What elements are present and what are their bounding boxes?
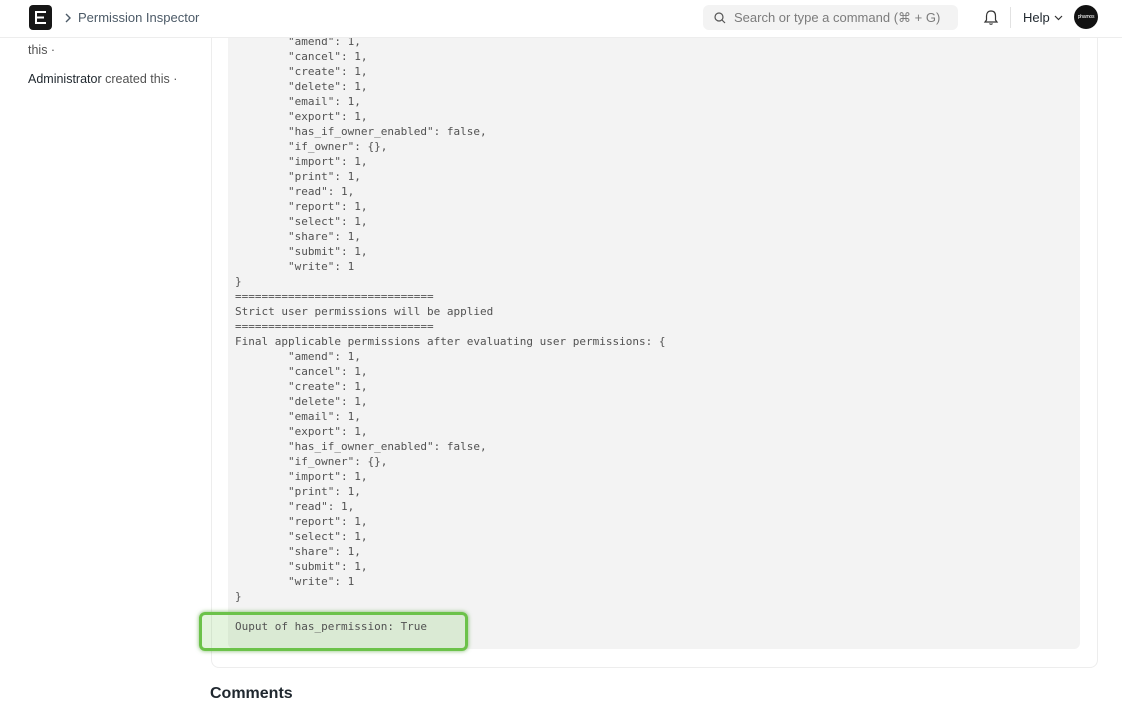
code-line: ============================== [235,320,434,333]
code-line: "print": 1, [235,485,361,498]
chevron-down-icon [1054,15,1063,20]
code-line: ============================== [235,290,434,303]
search-input[interactable] [734,10,954,25]
code-line: "print": 1, [235,170,361,183]
breadcrumb-page-title[interactable]: Permission Inspector [78,10,199,25]
code-line: "if_owner": {}, [235,140,388,153]
code-line: "report": 1, [235,515,368,528]
code-line: } [235,590,242,603]
code-line: "import": 1, [235,470,368,483]
code-line: Final applicable permissions after evalu… [235,335,666,348]
code-line: "email": 1, [235,95,361,108]
code-line: "share": 1, [235,230,361,243]
code-line: "cancel": 1, [235,365,368,378]
code-line: "cancel": 1, [235,50,368,63]
code-line: "submit": 1, [235,560,368,573]
search-icon [714,11,726,23]
code-line: "write": 1 [235,260,355,273]
code-line: "submit": 1, [235,245,368,258]
code-line: "export": 1, [235,425,368,438]
top-navbar: Permission Inspector Help phamos [0,0,1122,38]
debug-output-text: "amend": 1, "cancel": 1, "create": 1, "d… [235,34,1075,604]
code-line: "has_if_owner_enabled": false, [235,125,487,138]
code-line: "read": 1, [235,500,355,513]
comments-heading: Comments [210,685,293,702]
sidebar-activity-line: this · [28,43,56,57]
created-text: created this · [101,72,178,86]
help-label: Help [1023,10,1050,25]
user-avatar[interactable]: phamos [1074,5,1098,29]
code-line: "amend": 1, [235,350,361,363]
creator-name[interactable]: Administrator [28,72,102,86]
avatar-text: phamos [1077,14,1095,20]
code-line: "create": 1, [235,65,368,78]
sidebar-created-line: Administrator created this · [28,72,177,86]
code-line: "has_if_owner_enabled": false, [235,440,487,453]
chevron-right-icon [65,13,71,23]
code-line: "delete": 1, [235,80,368,93]
code-line: "export": 1, [235,110,368,123]
code-line: "delete": 1, [235,395,368,408]
has-permission-output: Ouput of has_permission: True [235,620,428,633]
code-line: "import": 1, [235,155,368,168]
code-line: "if_owner": {}, [235,455,388,468]
logo-e-icon [35,11,46,24]
notification-bell-icon[interactable] [983,9,999,26]
help-dropdown[interactable]: Help [1023,10,1063,25]
code-line: "read": 1, [235,185,355,198]
code-line: } [235,275,242,288]
code-line: "select": 1, [235,530,368,543]
code-line: Strict user permissions will be applied [235,305,494,318]
code-line: "email": 1, [235,410,361,423]
code-line: "write": 1 [235,575,355,588]
app-logo[interactable] [29,5,52,30]
code-line: "report": 1, [235,200,368,213]
search-bar[interactable] [703,5,958,30]
code-line: "create": 1, [235,380,368,393]
navbar-divider [1010,7,1011,28]
code-line: "share": 1, [235,545,361,558]
code-line: "select": 1, [235,215,368,228]
